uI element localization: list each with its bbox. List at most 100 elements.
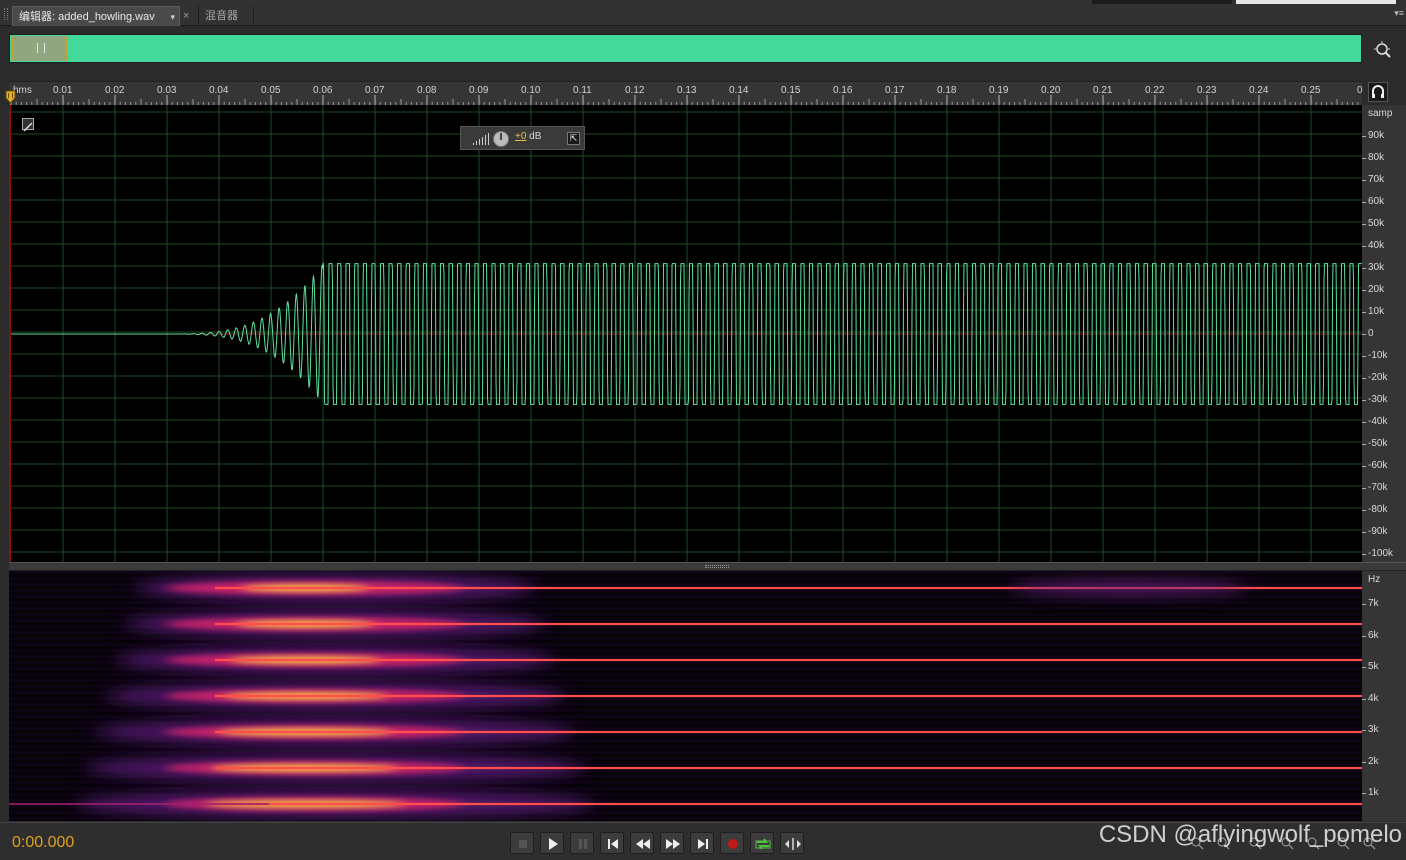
splitter-grip-icon bbox=[705, 565, 729, 568]
amplitude-axis-tick bbox=[1362, 224, 1366, 225]
amplitude-axis-label: -50k bbox=[1368, 438, 1388, 449]
loop-playback-button[interactable] bbox=[750, 832, 774, 854]
noise-band bbox=[9, 781, 1362, 784]
zoom-fit-icon[interactable] bbox=[1373, 40, 1393, 60]
ruler-tick-label: 0.16 bbox=[833, 85, 853, 96]
waveform-toggle-icon[interactable] bbox=[22, 118, 34, 132]
amplitude-axis-label: -100k bbox=[1368, 548, 1394, 559]
ruler-tick-label: 0.13 bbox=[677, 85, 697, 96]
tab-close-icon[interactable]: × bbox=[183, 6, 189, 26]
overview-bar[interactable] bbox=[9, 34, 1362, 63]
pin-icon[interactable]: ⇱ bbox=[567, 132, 580, 145]
overview-viewport-handle[interactable] bbox=[11, 36, 68, 61]
noise-band bbox=[9, 751, 1362, 754]
tab-editor[interactable]: 编辑器: added_howling.wav ▾ bbox=[12, 6, 180, 26]
playhead-marker-icon[interactable] bbox=[5, 90, 16, 104]
view-splitter[interactable] bbox=[9, 562, 1406, 571]
frequency-axis[interactable]: Hz 7k 6k 5k 4k 3k 2k 1k bbox=[1362, 571, 1406, 821]
rewind-button[interactable] bbox=[630, 832, 654, 854]
amplitude-axis[interactable]: samp 90k 80k 70k 60k 50k 40k 30k 20k 10k 0 -10k -20… bbox=[1362, 105, 1406, 562]
gain-readout[interactable]: +0 dB bbox=[515, 131, 541, 142]
skip-to-end-button[interactable] bbox=[690, 832, 714, 854]
amplitude-axis-label: 50k bbox=[1368, 218, 1385, 229]
headphones-icon[interactable] bbox=[1368, 82, 1388, 102]
amplitude-axis-tick bbox=[1362, 334, 1366, 335]
noise-band bbox=[9, 679, 1362, 682]
noise-band bbox=[9, 715, 1362, 718]
amplitude-axis-tick bbox=[1362, 400, 1366, 401]
volume-knob-icon[interactable] bbox=[493, 131, 509, 147]
noise-band bbox=[9, 637, 1362, 640]
frequency-axis-tick bbox=[1362, 698, 1366, 700]
ruler-tick-label: 0.10 bbox=[521, 85, 541, 96]
overview-area bbox=[0, 27, 1406, 77]
ruler-tick-label: 0 bbox=[1357, 85, 1363, 96]
amplitude-axis-label: 70k bbox=[1368, 174, 1385, 185]
amplitude-axis-tick bbox=[1362, 356, 1366, 357]
frequency-axis-tick bbox=[1362, 793, 1366, 794]
stop-button[interactable] bbox=[510, 832, 534, 854]
late-glow bbox=[1009, 580, 1249, 596]
ruler-tick-label: 0.06 bbox=[313, 85, 333, 96]
ruler-tick-label: 0.03 bbox=[157, 85, 177, 96]
amplitude-axis-tick bbox=[1362, 136, 1366, 137]
amplitude-axis-tick bbox=[1362, 268, 1366, 269]
amplitude-axis-label: 90k bbox=[1368, 130, 1385, 141]
top-right-panel-edge bbox=[1236, 0, 1396, 4]
panel-grip-icon[interactable] bbox=[4, 8, 8, 20]
ruler-tick-label: 0.18 bbox=[937, 85, 957, 96]
gain-unit: dB bbox=[526, 131, 542, 142]
noise-band bbox=[9, 601, 1362, 604]
amplitude-axis-tick bbox=[1362, 202, 1366, 203]
pause-button[interactable] bbox=[570, 832, 594, 854]
play-button[interactable] bbox=[540, 832, 564, 854]
top-right-divider bbox=[1092, 0, 1232, 4]
waveform-plot bbox=[11, 105, 1362, 562]
noise-band bbox=[9, 709, 1362, 712]
amplitude-axis-tick bbox=[1362, 466, 1366, 467]
frequency-axis-label: 6k bbox=[1368, 629, 1379, 641]
amplitude-axis-label: -30k bbox=[1368, 394, 1388, 405]
record-button[interactable] bbox=[720, 832, 744, 854]
ruler-tick-label: 0.05 bbox=[261, 85, 281, 96]
frequency-unit-label: Hz bbox=[1368, 574, 1381, 585]
chevron-down-icon[interactable]: ▾ bbox=[170, 7, 175, 27]
timecode-display[interactable]: 0:00.000 bbox=[12, 834, 74, 852]
amplitude-axis-tick bbox=[1362, 158, 1366, 159]
skip-to-start-button[interactable] bbox=[600, 832, 624, 854]
amplitude-axis-label: 40k bbox=[1368, 240, 1385, 251]
amplitude-axis-tick bbox=[1362, 180, 1366, 181]
amplitude-axis-label: -40k bbox=[1368, 416, 1388, 427]
amplitude-axis-tick bbox=[1362, 488, 1366, 489]
panel-menu-icon[interactable]: ▾≡ bbox=[1394, 8, 1404, 19]
amplitude-axis-tick bbox=[1362, 312, 1366, 313]
skip-selection-button[interactable] bbox=[780, 832, 804, 854]
ruler-tick-label: 0.14 bbox=[729, 85, 749, 96]
spectral-frequency-display[interactable] bbox=[9, 571, 1362, 821]
frequency-axis-tick bbox=[1362, 604, 1366, 605]
amplitude-axis-tick bbox=[1362, 444, 1366, 445]
tab-editor-label: 编辑器: added_howling.wav bbox=[19, 11, 155, 23]
ruler-tick-label: 0.12 bbox=[625, 85, 645, 96]
hud-volume-control: +0 dB ⇱ bbox=[460, 126, 585, 150]
amplitude-axis-tick bbox=[1362, 290, 1366, 291]
time-ruler[interactable]: hms 0.01 0.02 0.03 0.04 0.05 0.06 0.07 0.08 0.09… bbox=[9, 81, 1363, 106]
frequency-axis-label: 1k bbox=[1368, 787, 1379, 798]
frequency-axis-label: 7k bbox=[1368, 598, 1379, 609]
tab-mixer[interactable]: 混音器 bbox=[198, 6, 254, 26]
amplitude-axis-tick bbox=[1362, 532, 1366, 533]
ruler-tick-label: 0.22 bbox=[1145, 85, 1165, 96]
waveform-display[interactable]: +0 dB ⇱ bbox=[9, 105, 1362, 562]
fast-forward-button[interactable] bbox=[660, 832, 684, 854]
ruler-tick-label: 0.09 bbox=[469, 85, 489, 96]
ruler-tick-label: 0.01 bbox=[53, 85, 73, 96]
noise-band bbox=[9, 745, 1362, 748]
noise-band bbox=[9, 571, 1362, 574]
gain-value[interactable]: +0 bbox=[515, 131, 526, 142]
ruler-tick-label: 0.17 bbox=[885, 85, 905, 96]
frequency-axis-tick bbox=[1362, 730, 1366, 731]
amplitude-axis-tick bbox=[1362, 554, 1366, 555]
amplitude-axis-label: 60k bbox=[1368, 196, 1385, 207]
frequency-axis-tick bbox=[1362, 667, 1366, 668]
grip-icon bbox=[37, 43, 45, 53]
